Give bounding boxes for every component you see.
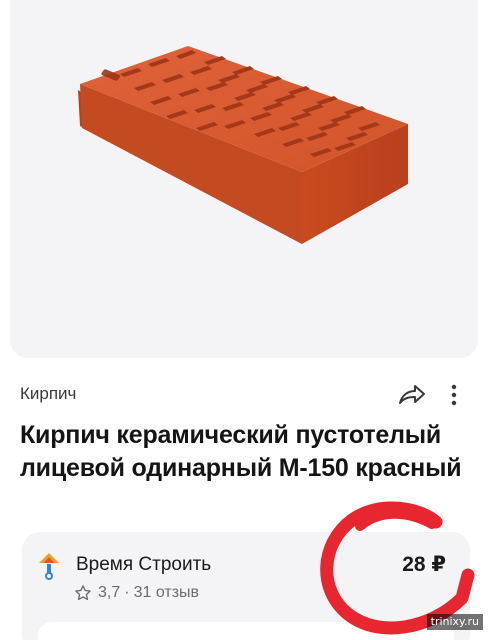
product-title: Кирпич керамический пустотелый лицевой о… — [20, 421, 462, 482]
share-icon — [399, 385, 425, 404]
category-label[interactable]: Кирпич — [20, 384, 76, 404]
rating-separator: · — [124, 584, 130, 601]
category-row: Кирпич — [20, 378, 470, 410]
seller-rating[interactable]: 3,7 · 31 отзыв — [74, 584, 199, 602]
seller-offer-card[interactable]: Время Строить 28 ₽ 3,7 · 31 отзыв — [22, 532, 470, 640]
offer-price: 28 ₽ — [402, 553, 446, 576]
watermark: trinixy.ru — [426, 614, 483, 630]
share-button[interactable] — [396, 380, 428, 410]
review-count: 31 отзыв — [133, 584, 200, 601]
more-button[interactable] — [444, 380, 464, 410]
seller-name[interactable]: Время Строить — [76, 554, 211, 576]
rating-value: 3,7 — [98, 584, 121, 601]
star-outline-icon — [75, 585, 91, 601]
seller-logo-icon — [39, 553, 59, 580]
more-vertical-icon — [451, 384, 457, 406]
product-image-card[interactable] — [10, 0, 478, 358]
offer-details-card[interactable] — [38, 622, 454, 640]
brick-image — [78, 46, 408, 244]
